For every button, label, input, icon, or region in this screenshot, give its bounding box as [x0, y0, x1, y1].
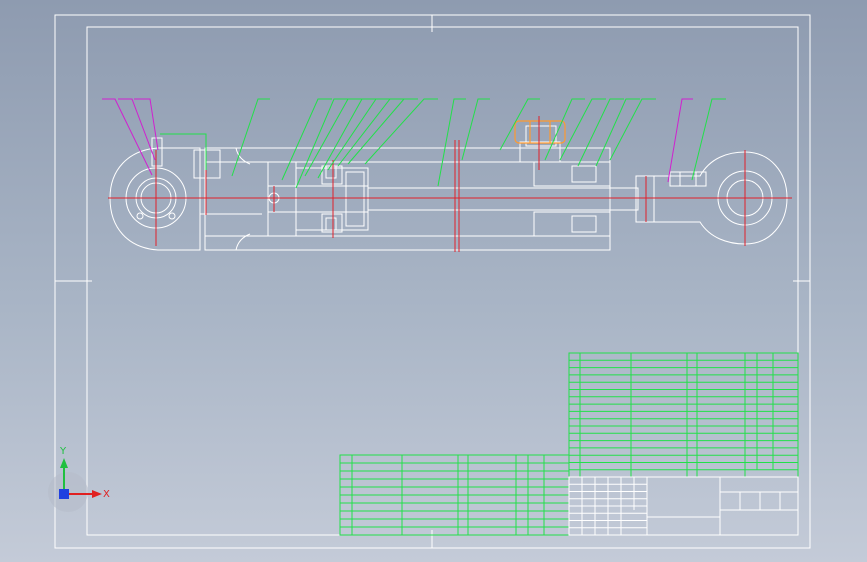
hydraulic-cylinder-assembly	[109, 125, 788, 251]
piston-rod	[367, 175, 655, 223]
piston	[267, 165, 369, 233]
cad-viewport[interactable]: Y X	[0, 0, 867, 562]
ucs-origin-marker	[59, 489, 69, 499]
centerlines	[108, 116, 792, 252]
inner-frame	[86, 26, 799, 536]
cylinder-barrel	[204, 147, 611, 251]
secondary-parts-table	[339, 454, 570, 536]
ucs-icon: Y X	[48, 446, 110, 512]
parts-list-table	[568, 352, 799, 478]
drawing-canvas[interactable]: Y X	[0, 0, 867, 562]
title-block	[568, 476, 799, 536]
balloon-leaders	[102, 98, 726, 189]
green-leaders	[160, 98, 726, 189]
ucs-x-label: X	[103, 489, 110, 500]
ucs-y-label: Y	[59, 446, 67, 457]
